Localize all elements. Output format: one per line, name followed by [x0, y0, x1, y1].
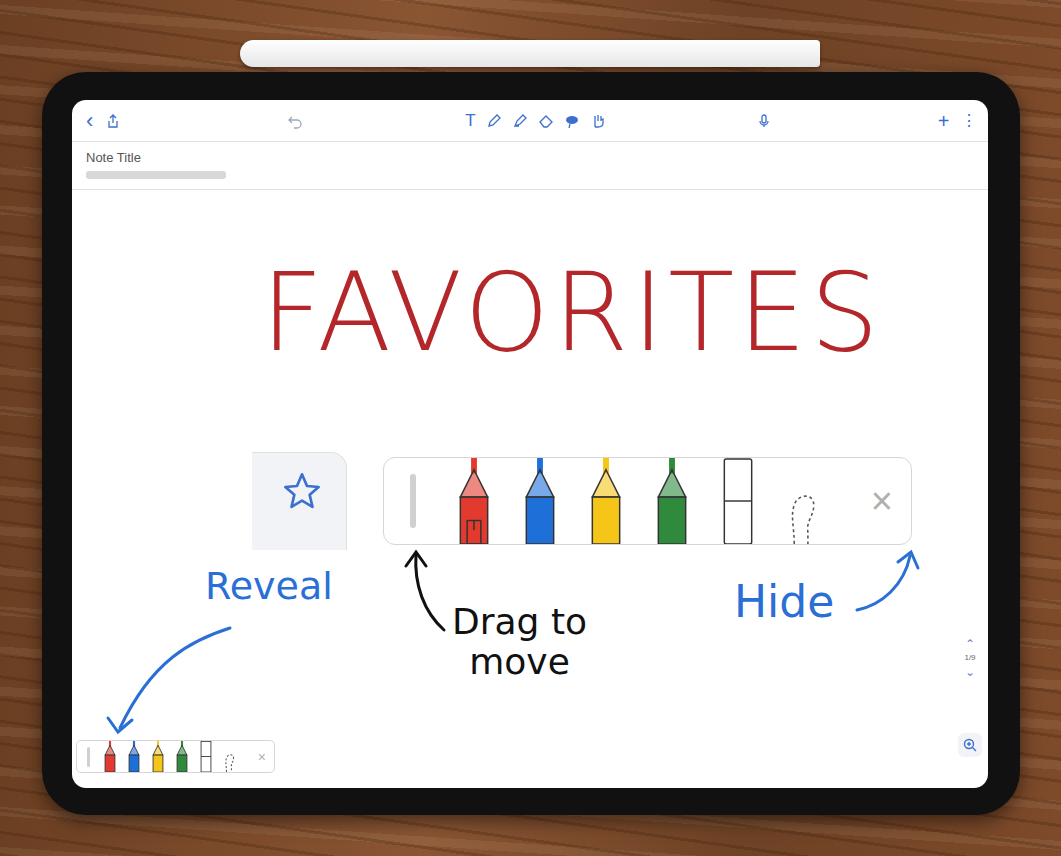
marker-tool-icon[interactable] — [716, 458, 760, 544]
page-up-button[interactable]: ⌃ — [965, 638, 975, 650]
eraser-icon[interactable] — [538, 113, 554, 129]
microphone-icon[interactable] — [756, 113, 772, 129]
favorites-heading: FAVORITES — [237, 248, 907, 378]
page-navigator: ⌃ 1/9 ⌄ — [960, 638, 980, 678]
more-button[interactable]: ⋮ — [961, 113, 977, 129]
annotation-text: Reveal — [205, 566, 333, 608]
tablet: ‹ T + ⋮ Note Title FAVORITES × Reveal Drag tomov… — [42, 72, 1020, 815]
drag-handle[interactable] — [87, 747, 90, 767]
pen-tool-icon[interactable] — [518, 458, 562, 544]
page-down-button[interactable]: ⌄ — [965, 666, 975, 678]
favorites-tab[interactable] — [252, 452, 347, 550]
lasso-tool-icon[interactable] — [782, 458, 826, 544]
pen-tool-icon[interactable] — [102, 741, 118, 772]
drawing-canvas[interactable]: FAVORITES × Reveal Drag tomove Hide × ⌃ 1/9 ⌄ — [72, 190, 988, 788]
note-title[interactable]: Note Title — [86, 150, 974, 165]
star-icon — [282, 471, 322, 511]
pen-tool-icon[interactable] — [650, 458, 694, 544]
lasso-tool-icon[interactable] — [222, 741, 238, 772]
lasso-icon[interactable] — [564, 113, 580, 129]
favorites-toolbar[interactable]: × — [383, 457, 912, 545]
annotation-text: Drag tomove — [452, 602, 587, 681]
hide-button[interactable]: × — [871, 482, 893, 520]
hand-icon[interactable] — [590, 113, 606, 129]
annotation-text: Hide — [734, 578, 834, 626]
zoom-button[interactable] — [958, 733, 982, 757]
highlighter-icon[interactable] — [512, 113, 528, 129]
note-date-bar — [86, 171, 226, 179]
undo-icon[interactable] — [287, 113, 303, 129]
stylus-pencil — [240, 40, 820, 67]
pen-tool-icon[interactable] — [452, 458, 496, 544]
note-header: Note Title — [72, 142, 988, 190]
wood-table: ‹ T + ⋮ Note Title FAVORITES × Reveal Drag tomov… — [0, 0, 1061, 856]
hide-button[interactable]: × — [258, 750, 266, 764]
text-tool-button[interactable]: T — [465, 112, 475, 129]
page-indicator: 1/9 — [964, 654, 975, 662]
zoom-icon — [962, 737, 978, 753]
pen-tool-icon[interactable] — [174, 741, 190, 772]
marker-tool-icon[interactable] — [198, 741, 214, 772]
pen-icon[interactable] — [486, 113, 502, 129]
favorites-toolbar-mini[interactable]: × — [76, 740, 275, 773]
drag-handle[interactable] — [410, 474, 416, 528]
tool-group: T — [465, 112, 605, 129]
pen-tool-icon[interactable] — [150, 741, 166, 772]
back-button[interactable]: ‹ — [86, 110, 93, 132]
share-icon[interactable] — [105, 113, 121, 129]
screen: ‹ T + ⋮ Note Title FAVORITES × Reveal Drag tomov… — [72, 100, 988, 788]
pen-tool-icon[interactable] — [126, 741, 142, 772]
pen-tool-icon[interactable] — [584, 458, 628, 544]
top-toolbar: ‹ T + ⋮ — [72, 100, 988, 142]
add-button[interactable]: + — [938, 111, 950, 131]
